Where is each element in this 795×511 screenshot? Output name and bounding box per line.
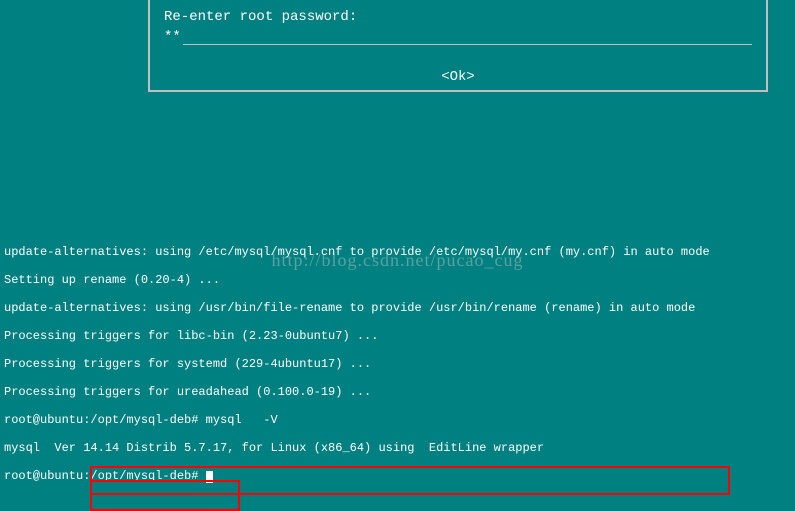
password-input-underline <box>183 31 752 45</box>
password-dialog: Re-enter root password: ** <Ok> <box>148 0 768 92</box>
password-input-row: ** <box>164 29 752 45</box>
command-text: mysql -V <box>198 413 277 427</box>
password-input[interactable]: ** <box>164 29 183 45</box>
prompt-user-host: root@ubuntu <box>4 413 83 427</box>
prompt-user-host: root@ubuntu <box>4 469 83 483</box>
cursor-icon <box>206 471 213 483</box>
shell-prompt[interactable]: root@ubuntu:/opt/mysql-deb# mysql -V <box>4 413 791 427</box>
prompt-path: :/opt/mysql-deb# <box>83 469 198 483</box>
command-text <box>198 469 205 483</box>
terminal-line: update-alternatives: using /usr/bin/file… <box>4 301 791 315</box>
terminal-line: Processing triggers for systemd (229-4ub… <box>4 357 791 371</box>
terminal-line: Processing triggers for ureadahead (0.10… <box>4 385 791 399</box>
terminal-line: update-alternatives: using /etc/mysql/my… <box>4 245 791 259</box>
shell-prompt[interactable]: root@ubuntu:/opt/mysql-deb# <box>4 469 791 483</box>
terminal-output: update-alternatives: using /etc/mysql/my… <box>0 231 795 501</box>
ok-button[interactable]: <Ok> <box>164 69 752 85</box>
prompt-path: :/opt/mysql-deb# <box>83 413 198 427</box>
mysql-version-output: mysql Ver 14.14 Distrib 5.7.17, for Linu… <box>4 441 791 455</box>
terminal-line: Processing triggers for libc-bin (2.23-0… <box>4 329 791 343</box>
password-prompt-label: Re-enter root password: <box>164 9 752 25</box>
terminal-line: Setting up rename (0.20-4) ... <box>4 273 791 287</box>
